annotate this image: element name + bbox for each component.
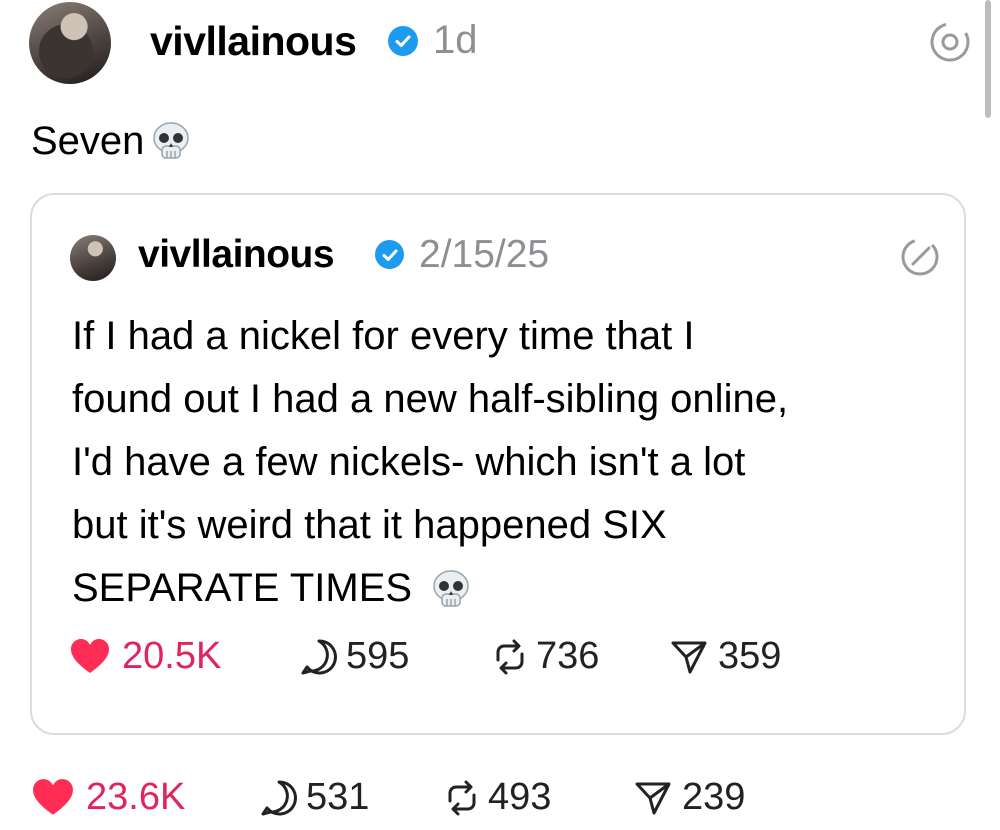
share-icon: [635, 782, 671, 814]
share-count: 239: [682, 776, 746, 818]
quoted-stats-bar: 20.5K 595 736 359: [70, 635, 781, 678]
reply-icon: [301, 638, 337, 674]
share-button[interactable]: 359: [670, 635, 781, 678]
quoted-text-line: found out I had a new half-sibling onlin…: [72, 377, 789, 421]
like-count: 23.6K: [86, 776, 186, 818]
quoted-text-line: I'd have a few nickels- which isn't a lo…: [72, 440, 746, 484]
verified-icon: [388, 26, 418, 56]
threads-icon[interactable]: [928, 20, 972, 64]
reply-count: 595: [346, 635, 410, 677]
post-text: Seven: [31, 118, 194, 164]
edit-icon[interactable]: [898, 235, 942, 279]
heart-icon: [71, 638, 109, 673]
quoted-post-text: If I had a nickel for every time that I …: [72, 305, 952, 620]
quoted-text-line: If I had a nickel for every time that I: [72, 314, 695, 358]
reply-icon: [261, 779, 297, 815]
quoted-text-last-content: SEPARATE TIMES: [72, 566, 413, 610]
post-stats-bar: 23.6K 531 493 239: [32, 776, 745, 819]
share-icon: [671, 641, 707, 673]
like-count: 20.5K: [122, 635, 222, 677]
quoted-author-avatar[interactable]: [70, 235, 116, 281]
verified-icon: [375, 240, 404, 269]
reply-count: 531: [306, 776, 370, 818]
skull-emoji: [433, 569, 469, 607]
quoted-post-card[interactable]: vivllainous 2/15/25 If I had a nickel fo…: [30, 193, 966, 735]
quoted-text-line-last: SEPARATE TIMES: [72, 557, 952, 620]
repost-button[interactable]: 736: [490, 635, 670, 678]
quoted-author-handle[interactable]: vivllainous: [138, 233, 335, 277]
reply-button[interactable]: 531: [260, 776, 442, 819]
post-time: 1d: [433, 18, 478, 62]
repost-count: 493: [488, 776, 552, 818]
quoted-text-line: but it's weird that it happened SIX: [72, 503, 667, 547]
reply-button[interactable]: 595: [300, 635, 490, 678]
post-text-content: Seven: [31, 118, 145, 163]
author-handle[interactable]: vivllainous: [150, 18, 357, 65]
skull-emoji: [153, 122, 190, 159]
repost-button[interactable]: 493: [442, 776, 634, 819]
like-button[interactable]: 20.5K: [70, 635, 300, 678]
share-count: 359: [718, 635, 782, 677]
author-avatar[interactable]: [29, 2, 111, 84]
repost-icon: [448, 780, 476, 815]
heart-icon: [33, 778, 73, 815]
repost-icon: [496, 639, 524, 674]
scrollbar[interactable]: [985, 0, 991, 118]
repost-count: 736: [536, 635, 600, 677]
share-button[interactable]: 239: [634, 776, 745, 819]
like-button[interactable]: 23.6K: [32, 776, 260, 819]
quoted-post-date: 2/15/25: [419, 233, 550, 276]
